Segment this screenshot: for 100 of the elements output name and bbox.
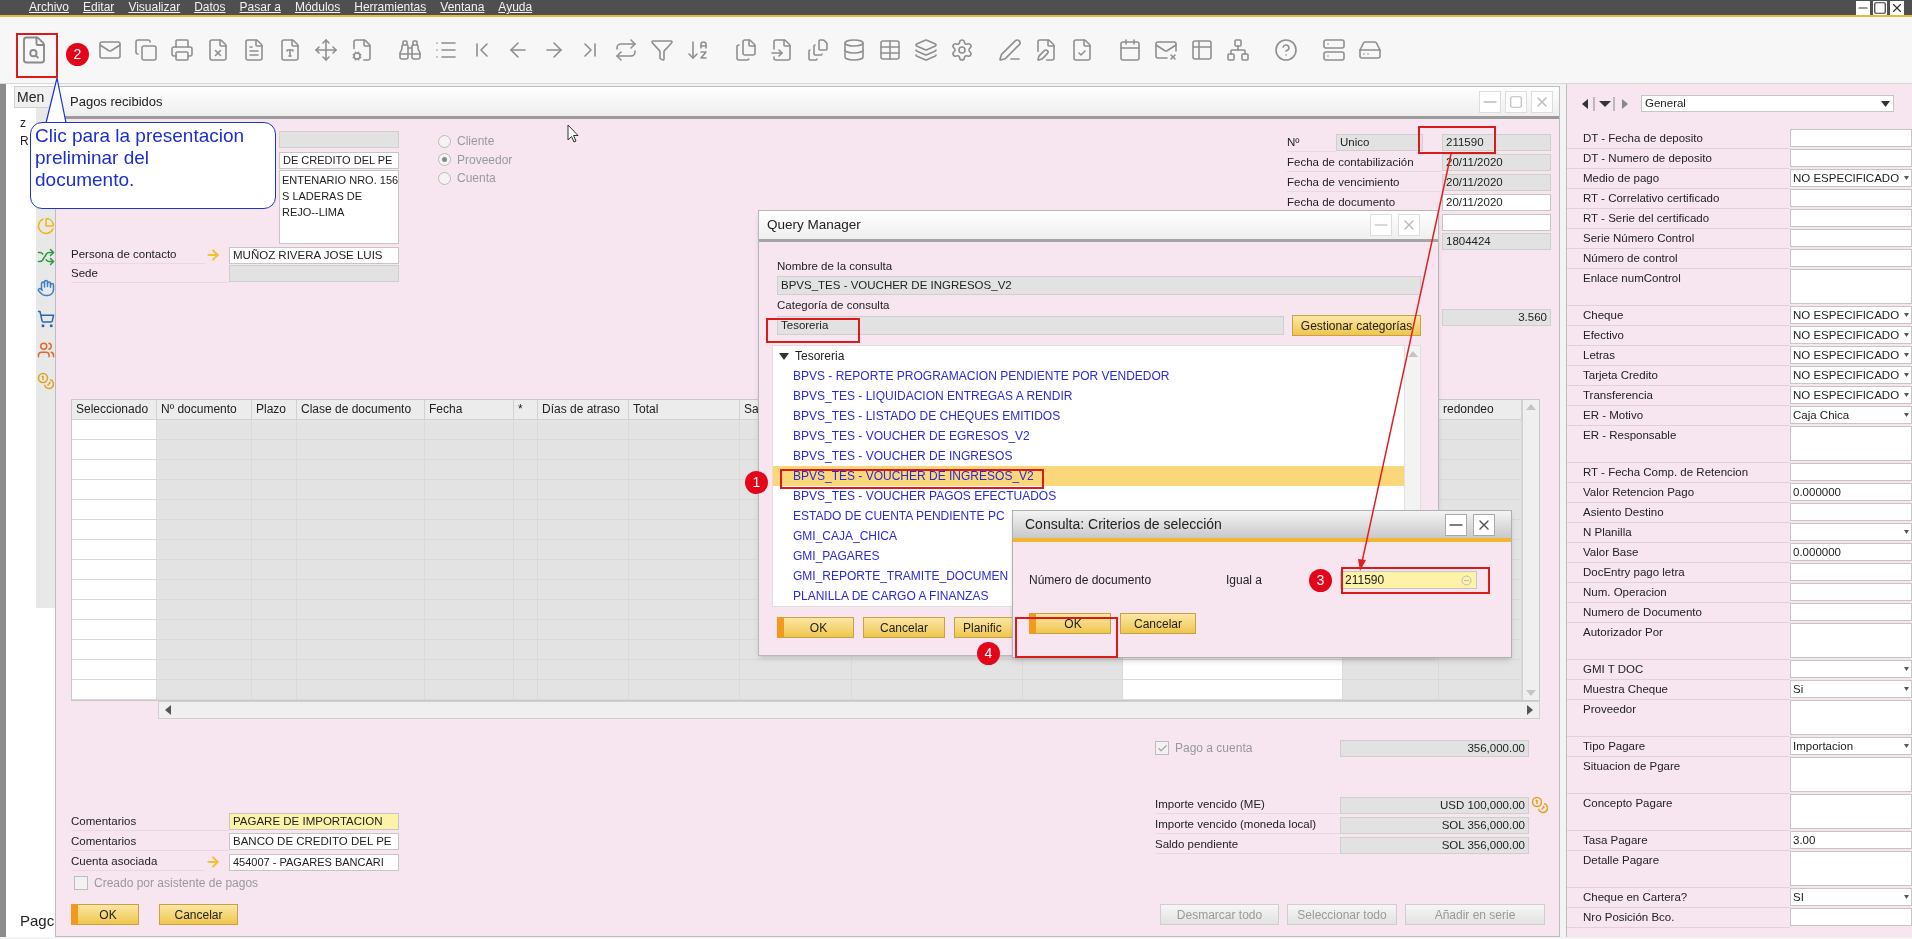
table-cell[interactable] (157, 500, 252, 520)
table-cell[interactable] (72, 620, 157, 640)
mail-icon[interactable] (98, 38, 122, 62)
scroll-right-icon[interactable] (1527, 705, 1533, 715)
layers-icon[interactable] (914, 38, 938, 62)
menu-item[interactable]: Visualizar (128, 1, 181, 14)
menu-item[interactable]: Módulos (294, 1, 341, 14)
query-item[interactable]: BPVS_TES - VOUCHER DE INGRESOS_V2 (773, 465, 1404, 486)
table-cell[interactable] (1439, 480, 1522, 500)
dialog-button[interactable]: Cancelar (1120, 613, 1196, 634)
table-cell[interactable] (538, 680, 629, 700)
input-field[interactable] (1790, 249, 1912, 267)
filter-icon[interactable] (650, 38, 674, 62)
input-field[interactable]: NO ESPECIFICADO (1790, 326, 1912, 344)
mail-x-icon[interactable] (1154, 38, 1178, 62)
side-menu-tab[interactable]: Men (14, 86, 55, 108)
table-icon[interactable] (878, 38, 902, 62)
address-field[interactable]: ENTENARIO NRO. 156 S LADERAS DE REJO--LIMA (279, 170, 399, 244)
query-item[interactable]: BPVS_TES - VOUCHER DE EGRESOS_V2 (773, 425, 1404, 446)
copy-icon[interactable] (134, 38, 158, 62)
input-field[interactable] (1790, 129, 1912, 147)
file-x-icon[interactable] (206, 38, 230, 62)
table-cell[interactable] (1439, 460, 1522, 480)
table-cell[interactable] (157, 560, 252, 580)
grid-icon[interactable] (1190, 38, 1214, 62)
table-cell[interactable] (514, 420, 538, 440)
shuffle-icon[interactable] (36, 248, 55, 266)
scroll-down-icon[interactable] (1526, 690, 1536, 696)
table-cell[interactable] (72, 520, 157, 540)
table-cell[interactable] (157, 620, 252, 640)
table-cell[interactable] (157, 640, 252, 660)
table-cell[interactable] (72, 600, 157, 620)
input-field[interactable]: 3.560 (1442, 309, 1551, 326)
link-arrow-icon[interactable] (205, 854, 221, 870)
input-field[interactable]: NO ESPECIFICADO (1790, 169, 1912, 187)
drive-icon[interactable] (1358, 38, 1382, 62)
table-cell[interactable] (72, 640, 157, 660)
file-import-icon[interactable] (770, 38, 794, 62)
minimize-icon[interactable] (1445, 513, 1467, 536)
table-cell[interactable] (72, 540, 157, 560)
pen-icon[interactable] (998, 38, 1022, 62)
table-cell[interactable] (157, 580, 252, 600)
input-field[interactable]: BPVS_TES - VOUCHER DE INGRESOS_V2 (777, 276, 1421, 295)
table-cell[interactable] (157, 520, 252, 540)
table-cell[interactable] (72, 680, 157, 700)
input-field[interactable] (1790, 908, 1912, 926)
input-field[interactable] (1790, 660, 1912, 678)
table-cell[interactable] (1439, 680, 1522, 700)
input-field[interactable]: NO ESPECIFICADO (1790, 346, 1912, 364)
menu-item[interactable]: Datos (194, 1, 226, 14)
table-cell[interactable] (72, 440, 157, 460)
input-field[interactable]: SOL 356,000.00 (1340, 836, 1529, 854)
table-cell[interactable] (297, 680, 425, 700)
exchange-rate-icon[interactable] (1531, 796, 1549, 814)
input-field[interactable] (1790, 523, 1912, 541)
dialog-button[interactable]: Cancelar (159, 904, 238, 925)
input-field[interactable] (229, 265, 399, 282)
input-field[interactable]: MUÑOZ RIVERA JOSE LUIS (229, 246, 399, 264)
table-cell[interactable] (72, 420, 157, 440)
document-icon[interactable] (242, 38, 266, 62)
menu-item[interactable]: Pasar a (239, 1, 281, 14)
lookup-icon[interactable] (1461, 574, 1473, 586)
input-field[interactable] (1790, 757, 1912, 792)
input-field[interactable]: 0.000000 (1790, 543, 1912, 561)
table-cell[interactable] (1343, 660, 1439, 680)
input-field[interactable]: 0.000000 (1790, 483, 1912, 501)
hand-icon[interactable] (36, 279, 55, 297)
input-field[interactable]: 1804424 (1442, 233, 1551, 250)
database-icon[interactable] (842, 38, 866, 62)
dialog-button[interactable]: OK (777, 617, 854, 638)
input-field[interactable] (1790, 700, 1912, 735)
binoculars-icon[interactable] (398, 38, 422, 62)
refresh-icon[interactable] (614, 38, 638, 62)
table-cell[interactable] (72, 480, 157, 500)
table-cell[interactable] (157, 440, 252, 460)
file-edit-icon[interactable] (1034, 38, 1058, 62)
table-cell[interactable] (538, 420, 629, 440)
calendar-icon[interactable] (1118, 38, 1142, 62)
input-field[interactable]: USD 100,000.00 (1340, 796, 1529, 814)
table-cell[interactable] (1439, 440, 1522, 460)
expand-toggle-icon[interactable] (779, 352, 789, 361)
table-cell[interactable] (852, 660, 1023, 680)
input-field[interactable]: NO ESPECIFICADO (1790, 306, 1912, 324)
input-field[interactable]: Importacion (1790, 737, 1912, 755)
table-cell[interactable] (425, 420, 514, 440)
input-field[interactable]: Caja Chica (1790, 406, 1912, 424)
table-cell[interactable] (629, 420, 740, 440)
input-field[interactable] (1790, 603, 1912, 621)
input-field[interactable]: 454007 - PAGARES BANCARI (229, 853, 399, 871)
input-field[interactable]: 3.00 (1790, 831, 1912, 849)
input-field[interactable] (1790, 794, 1912, 829)
table-cell[interactable] (157, 480, 252, 500)
table-cell[interactable] (1343, 680, 1439, 700)
menu-item[interactable]: Editar (83, 1, 115, 14)
input-field[interactable] (1442, 214, 1551, 231)
vertical-scrollbar[interactable] (1522, 400, 1539, 700)
side-menu-tab[interactable]: Pagc (6, 911, 55, 931)
input-field[interactable]: 20/11/2020 (1442, 194, 1551, 211)
table-cell[interactable] (514, 680, 538, 700)
tree-folder[interactable]: Tesoreria (795, 347, 845, 366)
